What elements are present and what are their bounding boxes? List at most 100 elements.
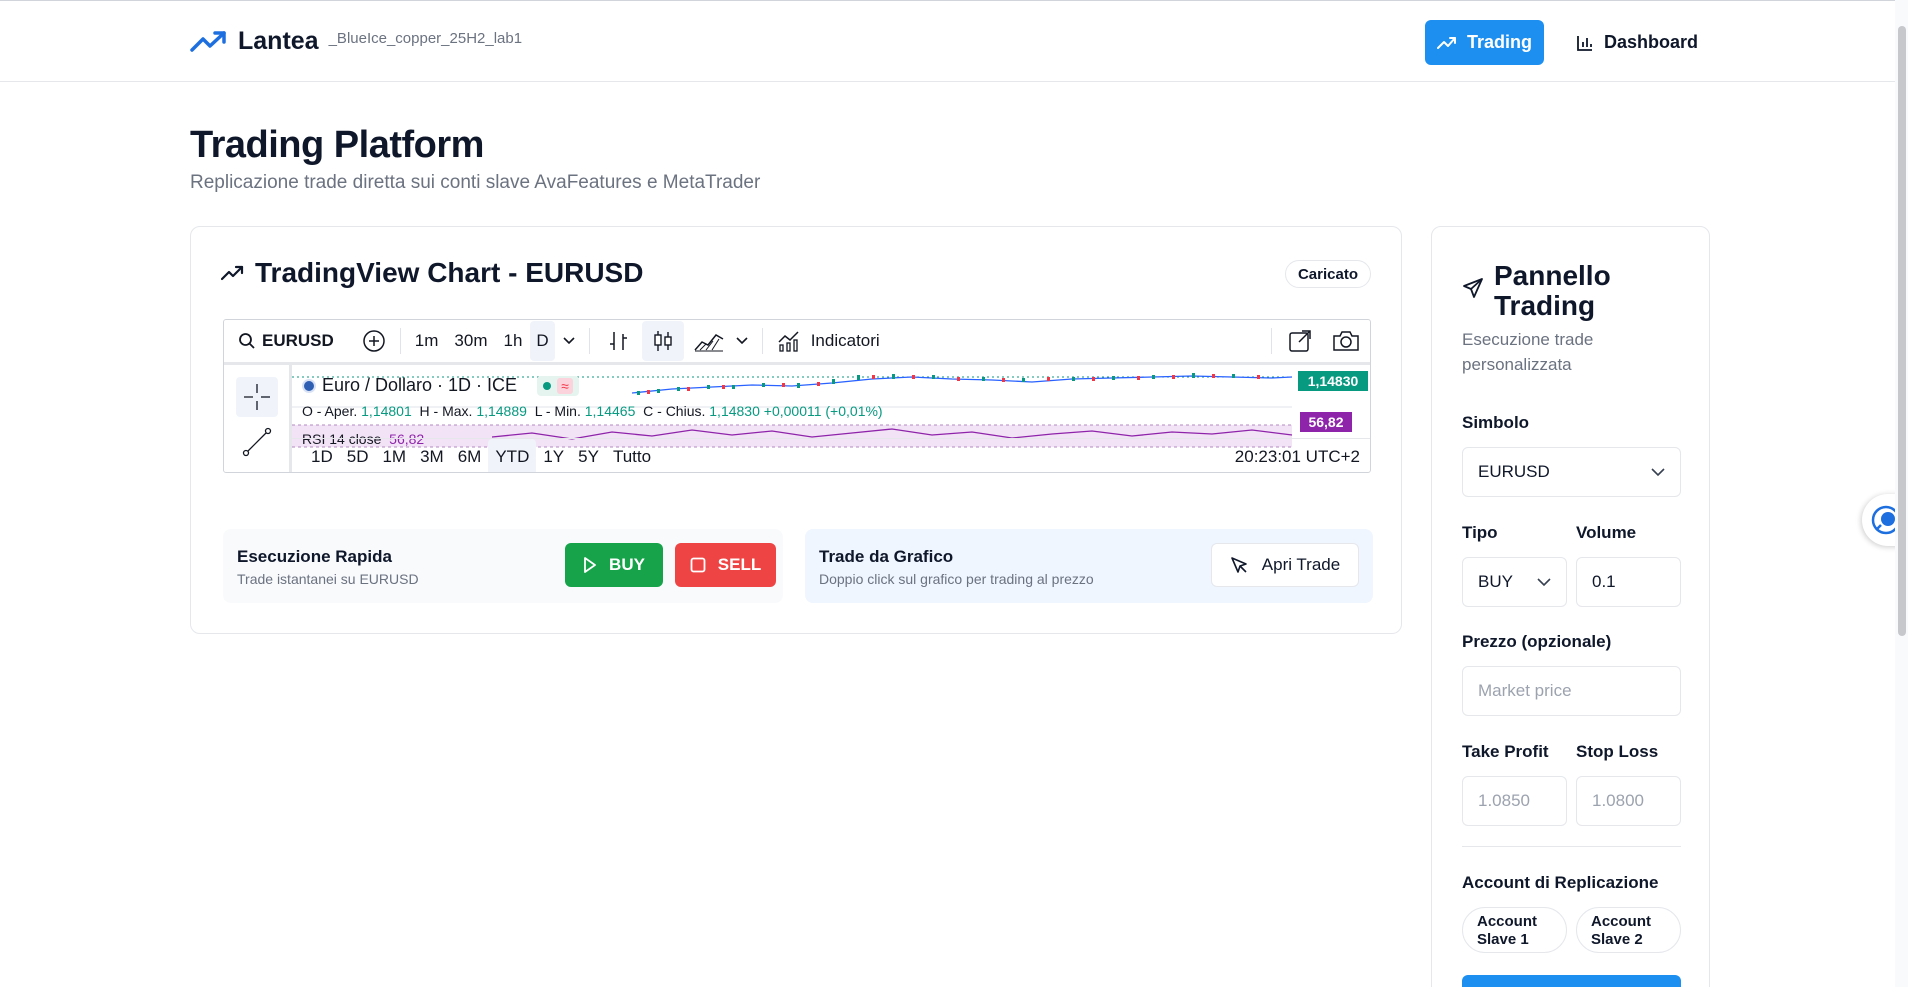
change-value: +0,00011 (+0,01%) — [763, 403, 883, 419]
chart-legend-ohlc: O - Aper. 1,14801 H - Max. 1,14889 L - M… — [302, 403, 883, 419]
quick-execution-title: Esecuzione Rapida — [237, 547, 392, 566]
indicators-button[interactable]: Indicatori — [769, 321, 888, 361]
brand-name: Lantea — [238, 27, 319, 55]
snapshot-button[interactable] — [1322, 321, 1370, 361]
search-icon — [239, 333, 255, 349]
popout-button[interactable] — [1278, 321, 1322, 361]
play-icon — [584, 557, 596, 573]
status-badge: Caricato — [1284, 260, 1371, 288]
camera-icon — [1333, 331, 1359, 351]
toolbar-divider — [588, 328, 590, 354]
sell-button[interactable]: SELL — [675, 543, 776, 587]
chart-trade-box: Trade da Grafico Doppio click sul grafic… — [805, 529, 1373, 603]
compare-button[interactable] — [354, 321, 394, 361]
chart-title-text: TradingView Chart - EURUSD — [255, 257, 644, 288]
chart-trade-subtitle: Doppio click sul grafico per trading al … — [819, 571, 1094, 587]
fib-tool-icon — [242, 472, 272, 473]
range-1m[interactable]: 1M — [375, 439, 413, 473]
open-value: 1,14801 — [361, 403, 412, 419]
trending-up-icon — [1436, 36, 1456, 49]
brand[interactable]: Lantea _BlueIce_copper_25H2_lab1 — [190, 27, 522, 56]
range-toolbar: 1D 5D 1M 3M 6M YTD 1Y 5Y Tutto 20:23:01 … — [292, 438, 1370, 473]
range-5d[interactable]: 5D — [340, 439, 376, 473]
low-label: L - Min. — [534, 403, 581, 419]
range-3m[interactable]: 3M — [413, 439, 451, 473]
volume-value: 0.1 — [1592, 572, 1616, 591]
bars-icon — [609, 332, 627, 350]
take-profit-label: Take Profit — [1462, 742, 1549, 761]
range-1d[interactable]: 1D — [304, 439, 340, 473]
chart-trade-title: Trade da Grafico — [819, 547, 954, 566]
interval-30m[interactable]: 30m — [446, 321, 495, 361]
close-value: 1,14830 — [709, 403, 760, 419]
range-1y[interactable]: 1Y — [536, 439, 571, 473]
price-plot[interactable]: Euro / Dollaro · 1D · ICE ≈ O - Aper. 1,… — [292, 365, 1370, 448]
crosshair-tool[interactable] — [236, 377, 278, 417]
account-slave-2-toggle[interactable]: Account Slave 2 — [1576, 907, 1681, 953]
take-profit-placeholder: 1.0850 — [1478, 791, 1530, 810]
interval-dropdown[interactable] — [555, 321, 583, 361]
interval-1m[interactable]: 1m — [407, 321, 447, 361]
indicators-label: Indicatori — [810, 331, 880, 350]
type-value: BUY — [1478, 572, 1513, 591]
indicators-icon — [778, 331, 799, 352]
buy-button[interactable]: BUY — [565, 543, 663, 587]
open-trade-button[interactable]: Apri Trade — [1211, 543, 1359, 587]
symbol-select[interactable]: EURUSD — [1462, 447, 1681, 497]
chevron-down-icon — [1537, 577, 1551, 586]
nav-trading-label: Trading — [1466, 32, 1532, 52]
account-slave-1-toggle[interactable]: Account Slave 1 — [1462, 907, 1567, 953]
quick-execution-box: Esecuzione Rapida Trade istantanei su EU… — [223, 529, 783, 603]
type-label: Tipo — [1462, 523, 1498, 542]
tv-toolbar: EURUSD 1m 30m 1h D Indicatori — [224, 320, 1370, 365]
volume-input[interactable]: 0.1 — [1576, 557, 1681, 607]
range-ytd[interactable]: YTD — [488, 438, 537, 472]
interval-1h[interactable]: 1h — [496, 321, 531, 361]
popout-icon — [1289, 330, 1311, 352]
chart-type-dropdown[interactable] — [728, 321, 756, 361]
market-status-pill: ≈ — [537, 375, 579, 396]
price-placeholder: Market price — [1478, 681, 1572, 700]
candle-style-button[interactable] — [641, 321, 684, 361]
submit-trade-button[interactable] — [1462, 975, 1681, 987]
toolbar-divider — [1271, 328, 1272, 354]
trending-up-icon — [190, 30, 226, 52]
page-title: Trading Platform — [190, 124, 484, 166]
stop-icon — [690, 557, 706, 573]
line-tool[interactable] — [242, 427, 272, 462]
close-label: C - Chius. — [643, 403, 706, 419]
symbol-search[interactable]: EURUSD — [224, 321, 342, 361]
panel-subtitle: Esecuzione trade personalizzata — [1462, 330, 1594, 374]
trending-up-icon — [221, 265, 244, 281]
chart-clock[interactable]: 20:23:01 UTC+2 — [1235, 439, 1360, 472]
chart-legend-pair: Euro / Dollaro · 1D · ICE ≈ — [302, 375, 579, 396]
nav-trading-button[interactable]: Trading — [1425, 20, 1544, 65]
chevron-down-icon — [736, 337, 748, 345]
take-profit-input[interactable]: 1.0850 — [1462, 776, 1567, 826]
flag-icon — [302, 378, 316, 393]
fib-tool[interactable] — [242, 469, 272, 473]
range-5y[interactable]: 5Y — [571, 439, 606, 473]
nav-dashboard-button[interactable]: Dashboard — [1576, 20, 1698, 65]
nav-dashboard-label: Dashboard — [1604, 32, 1699, 52]
symbol-label: EURUSD — [262, 331, 334, 350]
stop-loss-input[interactable]: 1.0800 — [1576, 776, 1681, 826]
panel-title-line1: Pannello — [1494, 260, 1611, 291]
toolbar-divider — [761, 328, 763, 354]
page-scrollbar[interactable] — [1895, 0, 1908, 987]
pointer-icon — [1230, 557, 1247, 573]
drawing-toolbar — [224, 365, 292, 473]
bar-style-button[interactable] — [596, 321, 642, 361]
scrollbar-thumb[interactable] — [1898, 26, 1906, 636]
range-6m[interactable]: 6M — [451, 439, 489, 473]
tradingview-widget[interactable]: EURUSD 1m 30m 1h D Indicatori Euro / Dol… — [223, 319, 1371, 473]
range-all[interactable]: Tutto — [606, 439, 658, 473]
symbol-value: EURUSD — [1478, 462, 1550, 481]
candles-icon — [654, 331, 672, 351]
legend-pair-text: Euro / Dollaro · 1D · ICE — [322, 375, 518, 395]
price-input[interactable]: Market price — [1462, 666, 1681, 716]
interval-d[interactable]: D — [530, 321, 555, 361]
price-label: Prezzo (opzionale) — [1462, 632, 1612, 651]
type-select[interactable]: BUY — [1462, 557, 1567, 607]
area-style-button[interactable] — [684, 321, 728, 361]
